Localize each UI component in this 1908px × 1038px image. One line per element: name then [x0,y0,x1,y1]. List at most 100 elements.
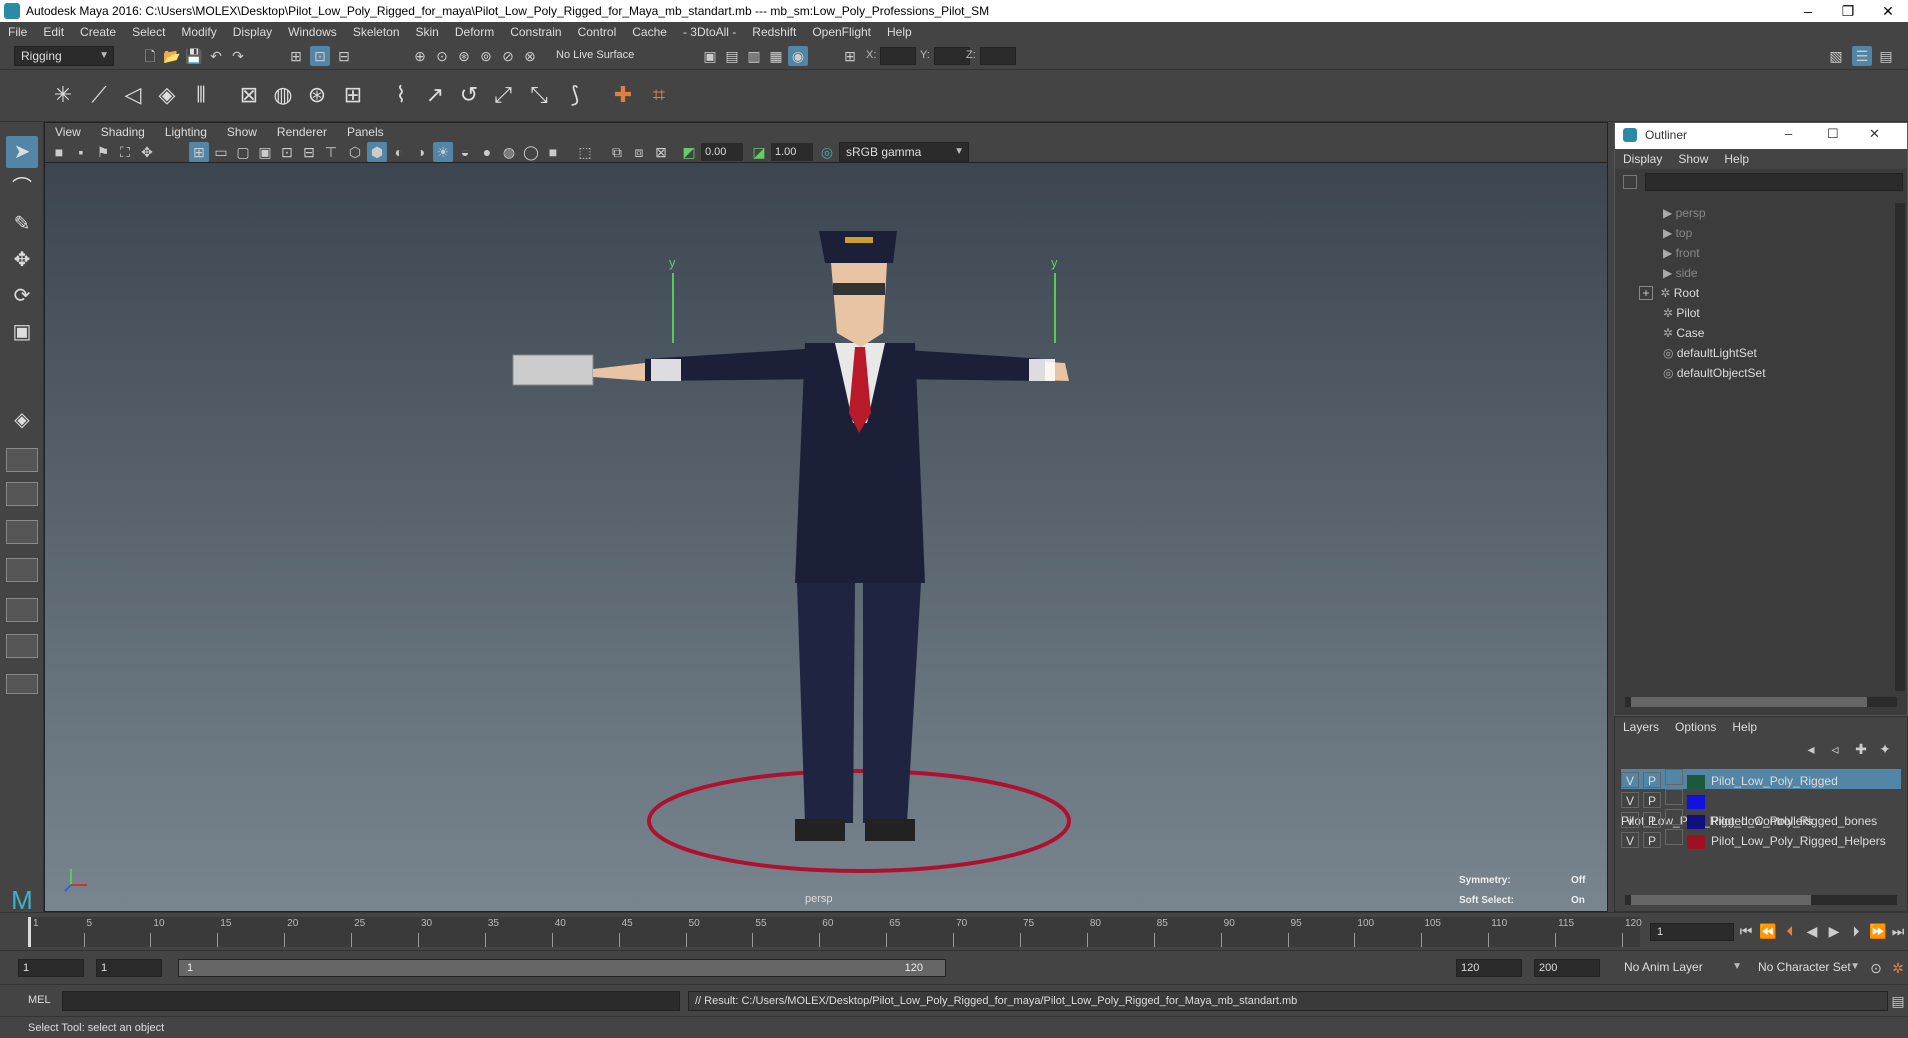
undo-icon[interactable]: ↶ [206,46,226,66]
animation-end-field[interactable]: 200 [1534,959,1600,977]
rotate-tool-icon[interactable]: ⟳ [6,280,38,312]
minimize-button[interactable]: – [1788,0,1828,22]
menu-openflight[interactable]: OpenFlight [804,25,879,39]
go-to-end-icon[interactable]: ⏭ [1888,921,1908,941]
menu-edit[interactable]: Edit [35,25,72,39]
play-backwards-icon[interactable]: ◀ [1802,921,1822,941]
lattice-icon[interactable]: ◍ [268,80,298,110]
gate-mask-icon[interactable]: ▣ [255,142,275,162]
aim-constraint-icon[interactable]: ↗ [420,80,450,110]
isolate-select-icon[interactable]: ⬚ [575,142,595,162]
new-scene-icon[interactable]: 🗋 [140,46,160,66]
go-to-start-icon[interactable]: ⏮ [1736,921,1756,941]
visibility-toggle[interactable]: V [1621,792,1639,808]
camera-select-icon[interactable]: ■ [49,142,69,162]
camera-attr-icon[interactable]: ▪ [71,142,91,162]
hypershade-icon[interactable]: ◉ [788,46,808,66]
cluster-icon[interactable]: ⊛ [302,80,332,110]
menu-create[interactable]: Create [72,25,124,39]
display-type-toggle[interactable] [1665,829,1683,845]
range-bar[interactable]: 1 120 [178,959,946,977]
gamma-icon[interactable]: ◪ [749,142,769,162]
ik-handle-icon[interactable]: ⟋ [84,80,114,110]
wireframe-icon[interactable]: ⬡ [345,142,365,162]
textured-icon[interactable]: ◑ [411,142,431,162]
outliner-search-field[interactable] [1645,173,1903,191]
grid-toggle-icon[interactable]: ⊞ [189,142,209,162]
current-time-marker[interactable] [28,917,31,947]
render-view-icon[interactable]: ▣ [700,46,720,66]
single-view-icon[interactable]: ◈ [6,404,38,436]
create-joint-icon[interactable]: ✳ [48,80,78,110]
live-surface-label[interactable]: No Live Surface [556,49,634,61]
step-back-key-icon[interactable]: ⏪ [1758,921,1778,941]
layer-horizontal-scrollbar[interactable] [1625,895,1897,905]
pole-vector-icon[interactable]: ⟆ [560,80,590,110]
move-tool-icon[interactable]: ✥ [6,244,38,276]
display-type-toggle[interactable] [1665,809,1683,825]
mode-dropdown[interactable]: Rigging ▼ [14,46,114,66]
restore-button[interactable]: ❐ [1828,0,1868,22]
gamma-field[interactable]: 1.00 [771,143,813,161]
render-settings-icon[interactable]: ▦ [766,46,786,66]
auto-key-icon[interactable]: ⊙ [1866,958,1886,978]
two-view-layout-icon[interactable] [6,482,38,506]
snap-grid-icon[interactable]: ⊕ [410,46,430,66]
locator-icon[interactable]: ✚ [608,80,638,110]
time-slider[interactable]: 1 5 10 15 20 25 30 35 40 45 50 55 60 65 70 75 80 85 90 95 10… [0,912,1908,950]
save-scene-icon[interactable]: 💾 [184,46,204,66]
viewport-scene[interactable]: y y persp Symmetry: Off Soft Select: On [45,163,1607,911]
exposure-field[interactable]: 0.00 [701,143,743,161]
outliner-menu-show[interactable]: Show [1670,152,1716,166]
outliner-item-top[interactable]: ▶ top [1615,223,1895,243]
outliner-menu-help[interactable]: Help [1716,152,1757,166]
outliner-item-persp[interactable]: ▶ persp [1615,203,1895,223]
safe-title-icon[interactable]: ⊤ [321,142,341,162]
outliner-close-button[interactable]: ✕ [1869,126,1880,142]
sidebar-toggle-icon[interactable]: ▧ [1826,46,1846,66]
menu-select[interactable]: Select [124,25,173,39]
current-frame-field[interactable]: 1 [1650,923,1734,941]
outliner-item-defaultobjectset[interactable]: ◎ defaultObjectSet [1615,363,1895,383]
field-chart-icon[interactable]: ⊡ [277,142,297,162]
layer-row-helpers[interactable]: V P Pilot_Low_Poly_Rigged_Helpers [1621,829,1901,849]
open-scene-icon[interactable]: 📂 [162,46,182,66]
graph-layout-icon[interactable] [6,558,38,582]
visibility-toggle[interactable]: V [1621,832,1639,848]
command-input[interactable] [62,991,680,1011]
new-layer-selected-icon[interactable]: ✦ [1875,739,1895,759]
transform-mode-icon[interactable]: ⊞ [840,46,860,66]
layer-color-swatch[interactable] [1687,814,1705,829]
depth-of-field-icon[interactable]: ■ [543,142,563,162]
outliner-item-case[interactable]: ✲ Case [1615,323,1895,343]
new-layer-icon[interactable]: ✚ [1851,739,1871,759]
redo-icon[interactable]: ↷ [228,46,248,66]
x-field[interactable] [880,47,916,65]
vp-menu-lighting[interactable]: Lighting [155,125,217,139]
layer-color-swatch[interactable] [1687,834,1705,849]
playback-toggle[interactable]: P [1643,832,1661,848]
channel-box-icon[interactable]: ☰ [1852,46,1872,66]
vp-menu-view[interactable]: View [45,125,91,139]
shadows-icon[interactable]: ◒ [455,142,475,162]
film-gate-icon[interactable]: ▭ [211,142,231,162]
visibility-toggle[interactable]: V [1621,812,1639,828]
screen-ao-icon[interactable]: ● [477,142,497,162]
menu-windows[interactable]: Windows [280,25,345,39]
wrap-icon[interactable]: ⊞ [338,80,368,110]
z-field[interactable] [980,47,1016,65]
playback-start-field[interactable]: 1 [96,959,162,977]
orient-constraint-icon[interactable]: ↺ [454,80,484,110]
xray-components-icon[interactable]: ⊠ [651,142,671,162]
connect-icon[interactable]: ⌗ [644,80,674,110]
smooth-shade-icon[interactable]: ⬢ [367,142,387,162]
expand-icon[interactable]: + [1639,286,1653,300]
time-ruler[interactable]: 1 5 10 15 20 25 30 35 40 45 50 55 60 65 70 75 80 85 90 95 10… [28,917,1642,947]
snap-surface-icon[interactable]: ⊘ [498,46,518,66]
vp-menu-panels[interactable]: Panels [337,125,394,139]
xray-joints-icon[interactable]: ⧈ [629,142,649,162]
script-language-label[interactable]: MEL [28,994,51,1006]
display-type-toggle[interactable] [1665,789,1683,805]
insert-joint-icon[interactable]: ◈ [152,80,182,110]
visibility-toggle[interactable]: V [1621,772,1639,788]
